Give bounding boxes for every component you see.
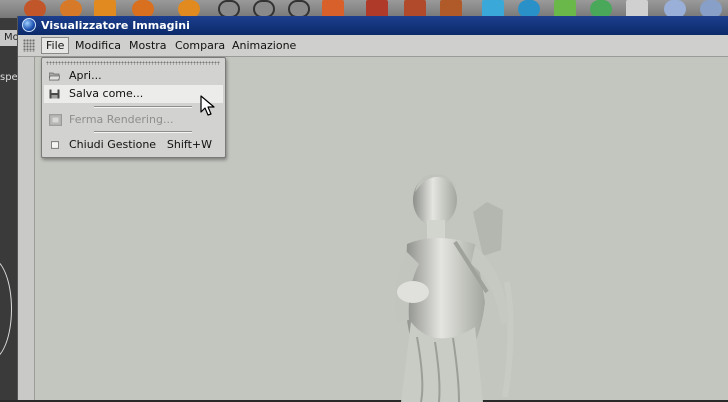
menu-animazione[interactable]: Animazione xyxy=(228,38,300,53)
window-icon xyxy=(51,141,59,149)
folder-open-icon xyxy=(49,72,60,81)
menu-item-apri[interactable]: Apri... xyxy=(44,67,223,85)
menu-item-ferma-rendering[interactable]: Ferma Rendering... xyxy=(44,111,223,129)
floppy-disk-icon xyxy=(49,89,60,99)
background-menu-tab[interactable]: Mo xyxy=(0,30,20,46)
menu-modifica[interactable]: Modifica xyxy=(71,38,125,53)
menu-separator xyxy=(94,106,192,108)
background-viewport-strip: Mo spe xyxy=(0,18,20,400)
menu-compara[interactable]: Compara xyxy=(171,38,229,53)
background-viewport-label: spe xyxy=(0,72,18,83)
dropdown-tearoff-grip[interactable] xyxy=(46,61,220,65)
menu-item-label: Chiudi Gestione xyxy=(69,138,157,151)
rendered-statue-image xyxy=(395,174,514,402)
background-curve xyxy=(0,258,12,360)
menu-grip-icon[interactable] xyxy=(23,39,35,52)
menu-item-salva-come[interactable]: Salva come... xyxy=(44,85,223,103)
window-titlebar[interactable]: Visualizzatore Immagini xyxy=(18,16,728,35)
stop-render-icon xyxy=(49,114,62,126)
mouse-cursor-icon xyxy=(200,95,215,116)
menu-item-chiudi-gestione[interactable]: Chiudi Gestione Shift+W xyxy=(44,136,223,154)
menu-bar: File Modifica Mostra Compara Animazione xyxy=(18,35,728,57)
menu-separator xyxy=(94,131,192,133)
file-dropdown-menu: Apri... Salva come... Ferma Rendering...… xyxy=(41,57,226,158)
menu-mostra[interactable]: Mostra xyxy=(125,38,171,53)
menu-file[interactable]: File xyxy=(41,37,70,54)
menu-item-label: Apri... xyxy=(69,69,102,82)
menu-item-label: Salva come... xyxy=(69,87,144,100)
menu-item-shortcut: Shift+W xyxy=(166,138,212,151)
menu-item-label: Ferma Rendering... xyxy=(69,113,174,126)
app-logo-icon xyxy=(22,18,36,32)
window-title: Visualizzatore Immagini xyxy=(41,19,190,32)
